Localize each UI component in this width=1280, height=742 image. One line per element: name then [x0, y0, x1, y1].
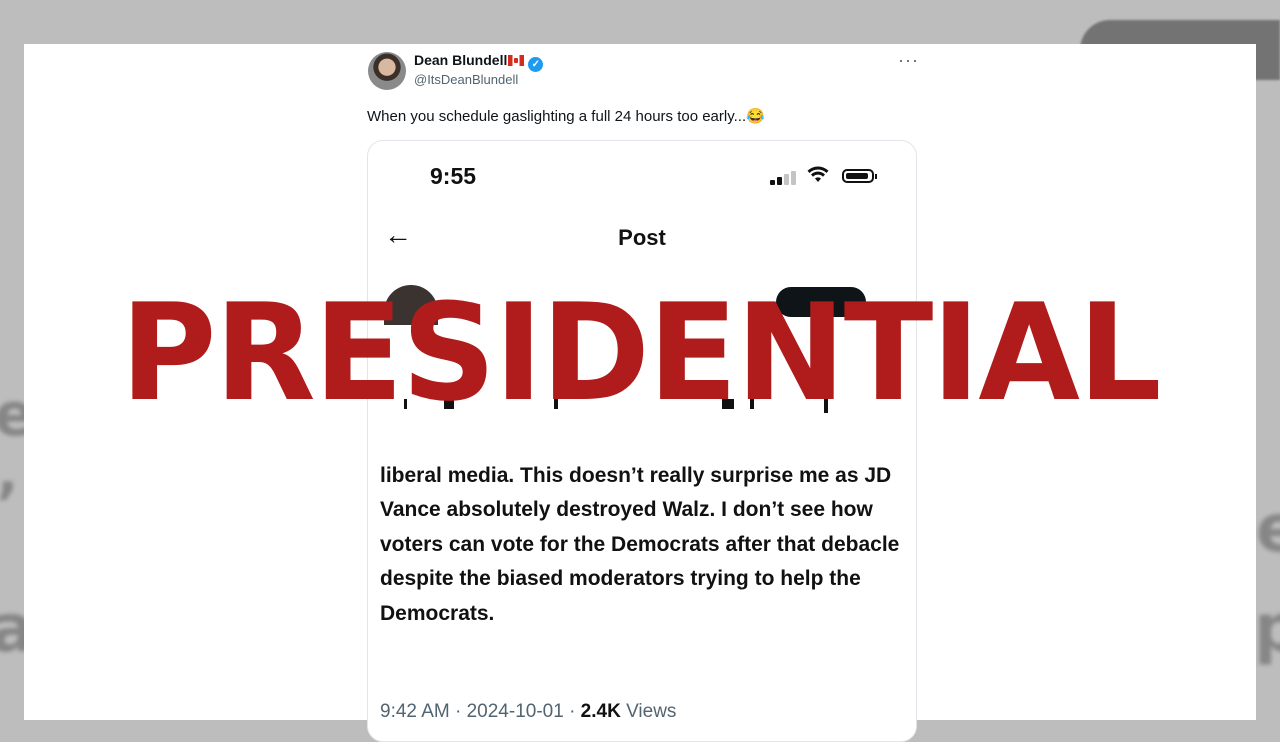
author-name-row[interactable]: Dean Blundell ✓ [414, 52, 544, 72]
author-avatar[interactable] [368, 52, 406, 90]
background-glyph-left-2: ’ [0, 470, 19, 540]
views-label: Views [620, 701, 677, 722]
wifi-icon [806, 165, 830, 191]
status-bar-time: 9:55 [430, 163, 477, 189]
more-options-icon[interactable]: ··· [898, 50, 919, 71]
overlay-title: PRESIDENTIAL [120, 275, 1161, 431]
embedded-screenshot[interactable]: 9:55 ← Post liberal media. This doesn’t … [367, 140, 917, 742]
author-name[interactable]: Dean Blundell [414, 52, 507, 68]
views-count: 2.4K [580, 701, 621, 722]
cellular-signal-icon [770, 169, 798, 185]
background-glyph-right: e [1256, 490, 1280, 567]
background-glyph-right-2: p [1254, 590, 1280, 667]
post-nav-title: Post [618, 225, 666, 250]
battery-icon [842, 169, 877, 183]
inner-post-body: liberal media. This doesn’t really surpr… [380, 464, 900, 625]
verified-badge-icon: ✓ [528, 57, 544, 72]
author-handle[interactable]: @ItsDeanBlundell [414, 72, 518, 87]
canada-flag-icon [508, 55, 525, 66]
meta-timestamp: 9:42 AM · 2024-10-01 · [380, 701, 581, 722]
tweet-text: When you schedule gaslighting a full 24 … [367, 108, 765, 125]
